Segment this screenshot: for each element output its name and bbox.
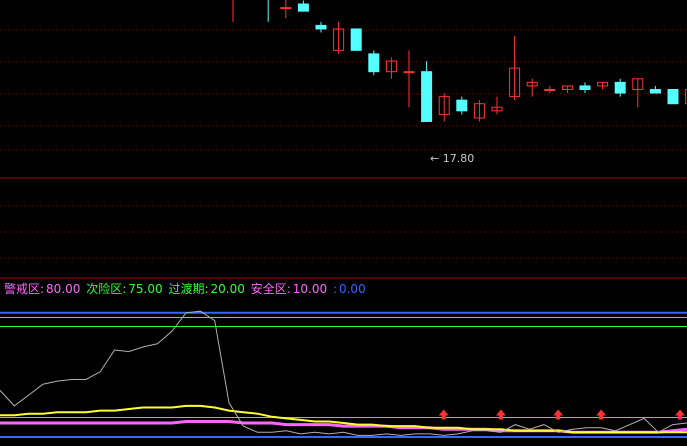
- candle-down: [421, 71, 433, 123]
- safe-label: 安全区:: [250, 282, 291, 296]
- candle-up: [403, 71, 415, 74]
- last-label: :: [332, 282, 337, 296]
- warn-value: 80.00: [46, 282, 81, 296]
- candle-down: [579, 85, 591, 90]
- oscillator-line: [0, 310, 687, 436]
- low-price-marker: ← 17.80: [430, 152, 475, 165]
- candle-down: [368, 53, 380, 73]
- trans-value: 20.00: [210, 282, 245, 296]
- candle-down: [667, 88, 679, 105]
- risk-value: 75.00: [128, 282, 163, 296]
- indicator-legend: 警戒区: 80.00 次险区: 75.00 过渡期: 20.00 安全区: 10.00 …: [4, 280, 368, 297]
- grid-lines: [0, 29, 687, 279]
- candle-up: [280, 7, 292, 10]
- candle-down: [350, 28, 362, 51]
- candle-down: [649, 88, 661, 94]
- safe-value: 10.00: [292, 282, 328, 296]
- oscillator-panel: [0, 310, 687, 438]
- risk-label: 次险区:: [86, 282, 127, 296]
- trans-label: 过渡期:: [168, 282, 209, 296]
- candlestick-series: [232, 0, 687, 123]
- warn-label: 警戒区:: [4, 282, 45, 296]
- last-value: 0.00: [338, 282, 366, 296]
- candle-down: [614, 81, 626, 94]
- candle-down: [456, 99, 468, 112]
- candle-down: [297, 3, 309, 12]
- candle-up: [544, 88, 556, 91]
- candle-down: [315, 24, 327, 30]
- stock-chart: [0, 0, 687, 438]
